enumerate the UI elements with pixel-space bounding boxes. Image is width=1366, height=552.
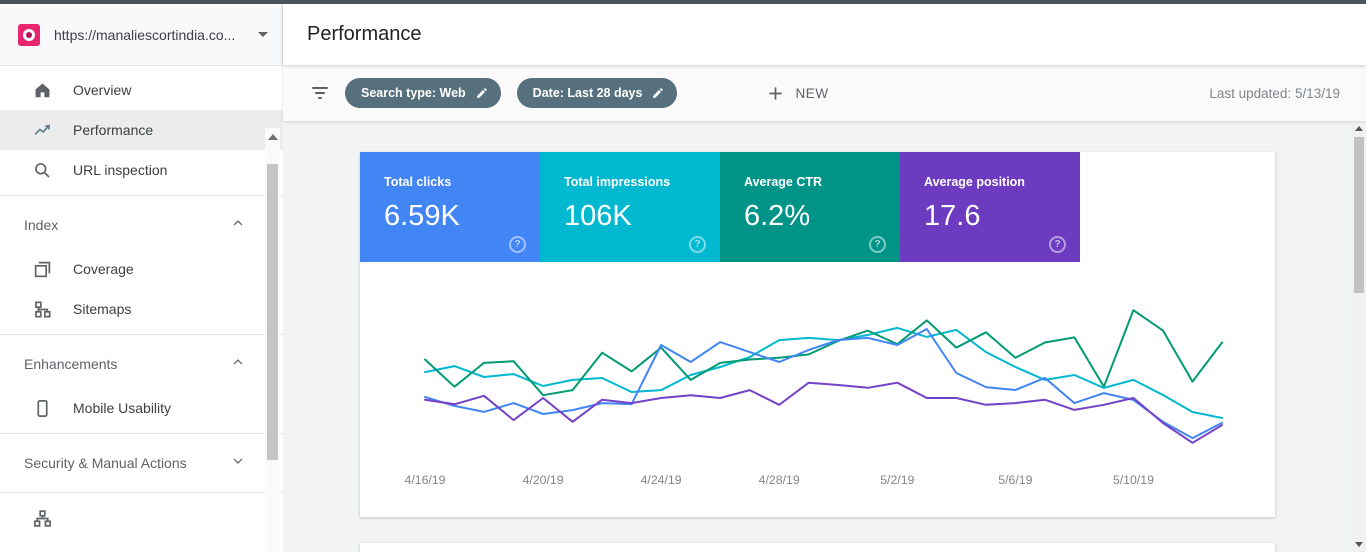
help-icon[interactable]: ? xyxy=(689,236,706,253)
help-icon[interactable]: ? xyxy=(1049,236,1066,253)
sidebar-section-index[interactable]: Index xyxy=(0,201,283,249)
x-axis-tick-label: 4/24/19 xyxy=(641,473,682,487)
mobile-icon xyxy=(32,398,52,418)
card-label: Average CTR xyxy=(744,175,900,189)
average-position-card[interactable]: Average position 17.6 ? xyxy=(900,152,1080,262)
last-updated-text: Last updated: 5/13/19 xyxy=(1209,86,1340,101)
page-title: Performance xyxy=(307,23,422,46)
chevron-up-icon xyxy=(231,216,245,235)
home-icon xyxy=(32,80,52,100)
sidebar-item-partial[interactable] xyxy=(0,538,283,552)
performance-panel: Total clicks 6.59K ? Total impressions 1… xyxy=(360,152,1275,517)
card-label: Total clicks xyxy=(384,175,540,189)
sidebar-section-security[interactable]: Security & Manual Actions xyxy=(0,439,283,487)
sidebar-item-sitemaps[interactable]: Sitemaps xyxy=(0,289,283,329)
average-ctr-card[interactable]: Average CTR 6.2% ? xyxy=(720,152,900,262)
sidebar-item-url-inspection[interactable]: URL inspection xyxy=(0,150,283,190)
section-label: Index xyxy=(24,217,58,233)
sidebar-section-enhancements[interactable]: Enhancements xyxy=(0,340,283,388)
total-impressions-card[interactable]: Total impressions 106K ? xyxy=(540,152,720,262)
sidebar-item-label: Coverage xyxy=(73,261,134,277)
card-label: Average position xyxy=(924,175,1080,189)
chart-line-2 xyxy=(425,310,1222,395)
x-axis-tick-label: 4/20/19 xyxy=(523,473,564,487)
chip-label: Search type: Web xyxy=(361,86,466,100)
next-panel-partial xyxy=(360,543,1275,552)
plus-icon xyxy=(767,85,784,102)
chevron-down-icon xyxy=(231,454,245,473)
card-value: 6.2% xyxy=(744,200,900,233)
page-header: Performance xyxy=(283,4,1366,65)
help-icon[interactable]: ? xyxy=(869,236,886,253)
sidebar-item-performance[interactable]: Performance xyxy=(0,110,283,150)
search-console-app: https://manaliescortindia.co... Overview… xyxy=(0,0,1366,552)
filter-icon[interactable] xyxy=(311,87,329,99)
filter-toolbar: Search type: Web Date: Last 28 days NEW … xyxy=(283,65,1366,121)
help-icon[interactable]: ? xyxy=(509,236,526,253)
links-icon xyxy=(32,508,52,528)
site-favicon-icon xyxy=(18,24,40,46)
total-clicks-card[interactable]: Total clicks 6.59K ? xyxy=(360,152,540,262)
search-type-chip[interactable]: Search type: Web xyxy=(345,78,501,108)
card-value: 106K xyxy=(564,200,720,233)
sidebar-scrollbar[interactable] xyxy=(265,128,280,552)
x-axis-tick-label: 5/10/19 xyxy=(1113,473,1154,487)
edit-pencil-icon xyxy=(475,87,488,100)
sidebar-item-mobile-usability[interactable]: Mobile Usability xyxy=(0,388,283,428)
chevron-up-icon xyxy=(231,355,245,374)
main-area: Performance Search type: Web Date: Last … xyxy=(283,4,1366,552)
section-label: Enhancements xyxy=(24,356,117,372)
sidebar-item-label: Overview xyxy=(73,82,131,98)
main-scrollbar-thumb[interactable] xyxy=(1354,137,1364,293)
scroll-up-arrow-icon[interactable] xyxy=(1355,126,1363,131)
x-axis-tick-label: 5/2/19 xyxy=(880,473,914,487)
property-selector[interactable]: https://manaliescortindia.co... xyxy=(0,4,283,66)
date-filter-chip[interactable]: Date: Last 28 days xyxy=(517,78,678,108)
edit-pencil-icon xyxy=(651,87,664,100)
sidebar-item-label: Mobile Usability xyxy=(73,400,171,416)
performance-chart: 4/16/19 4/20/19 4/24/19 4/28/19 5/2/19 5/6/19… xyxy=(360,262,1275,517)
card-label: Total impressions xyxy=(564,175,720,189)
settings-icon xyxy=(32,548,52,552)
section-label: Security & Manual Actions xyxy=(24,455,187,471)
search-icon xyxy=(32,160,52,180)
sidebar-item-coverage[interactable]: Coverage xyxy=(0,249,283,289)
x-axis-tick-label: 5/6/19 xyxy=(998,473,1032,487)
performance-icon xyxy=(32,120,52,140)
divider xyxy=(0,433,283,434)
scroll-up-arrow-icon[interactable] xyxy=(268,134,278,140)
sidebar-nav: Overview Performance URL inspection Inde… xyxy=(0,66,283,552)
chip-label: Date: Last 28 days xyxy=(533,86,643,100)
new-filter-button[interactable]: NEW xyxy=(761,84,834,103)
metric-cards: Total clicks 6.59K ? Total impressions 1… xyxy=(360,152,1275,262)
content-area: Total clicks 6.59K ? Total impressions 1… xyxy=(283,121,1366,552)
chart-line-3 xyxy=(425,383,1222,443)
sitemaps-icon xyxy=(32,299,52,319)
sidebar-item-label: Performance xyxy=(73,122,153,138)
sidebar-scrollbar-thumb[interactable] xyxy=(267,164,278,460)
sidebar-item-links[interactable] xyxy=(0,498,283,538)
chevron-down-icon xyxy=(258,32,268,37)
main-scrollbar[interactable] xyxy=(1352,121,1366,552)
left-panel: https://manaliescortindia.co... Overview… xyxy=(0,4,283,552)
sidebar-item-label: Sitemaps xyxy=(73,301,131,317)
scroll-down-arrow-icon[interactable] xyxy=(1355,542,1363,547)
card-value: 17.6 xyxy=(924,200,1080,233)
x-axis-tick-label: 4/28/19 xyxy=(759,473,800,487)
x-axis-tick-label: 4/16/19 xyxy=(404,473,445,487)
divider xyxy=(0,492,283,493)
coverage-icon xyxy=(32,259,52,279)
divider xyxy=(0,334,283,335)
window-top-strip xyxy=(0,0,1366,4)
chart-region: 4/16/19 4/20/19 4/24/19 4/28/19 5/2/19 5/6/19… xyxy=(360,262,1275,517)
sidebar-item-label: URL inspection xyxy=(73,162,167,178)
new-button-label: NEW xyxy=(795,86,828,101)
card-value: 6.59K xyxy=(384,200,540,233)
sidebar-item-overview[interactable]: Overview xyxy=(0,70,283,110)
property-url: https://manaliescortindia.co... xyxy=(54,27,252,43)
divider xyxy=(0,195,283,196)
